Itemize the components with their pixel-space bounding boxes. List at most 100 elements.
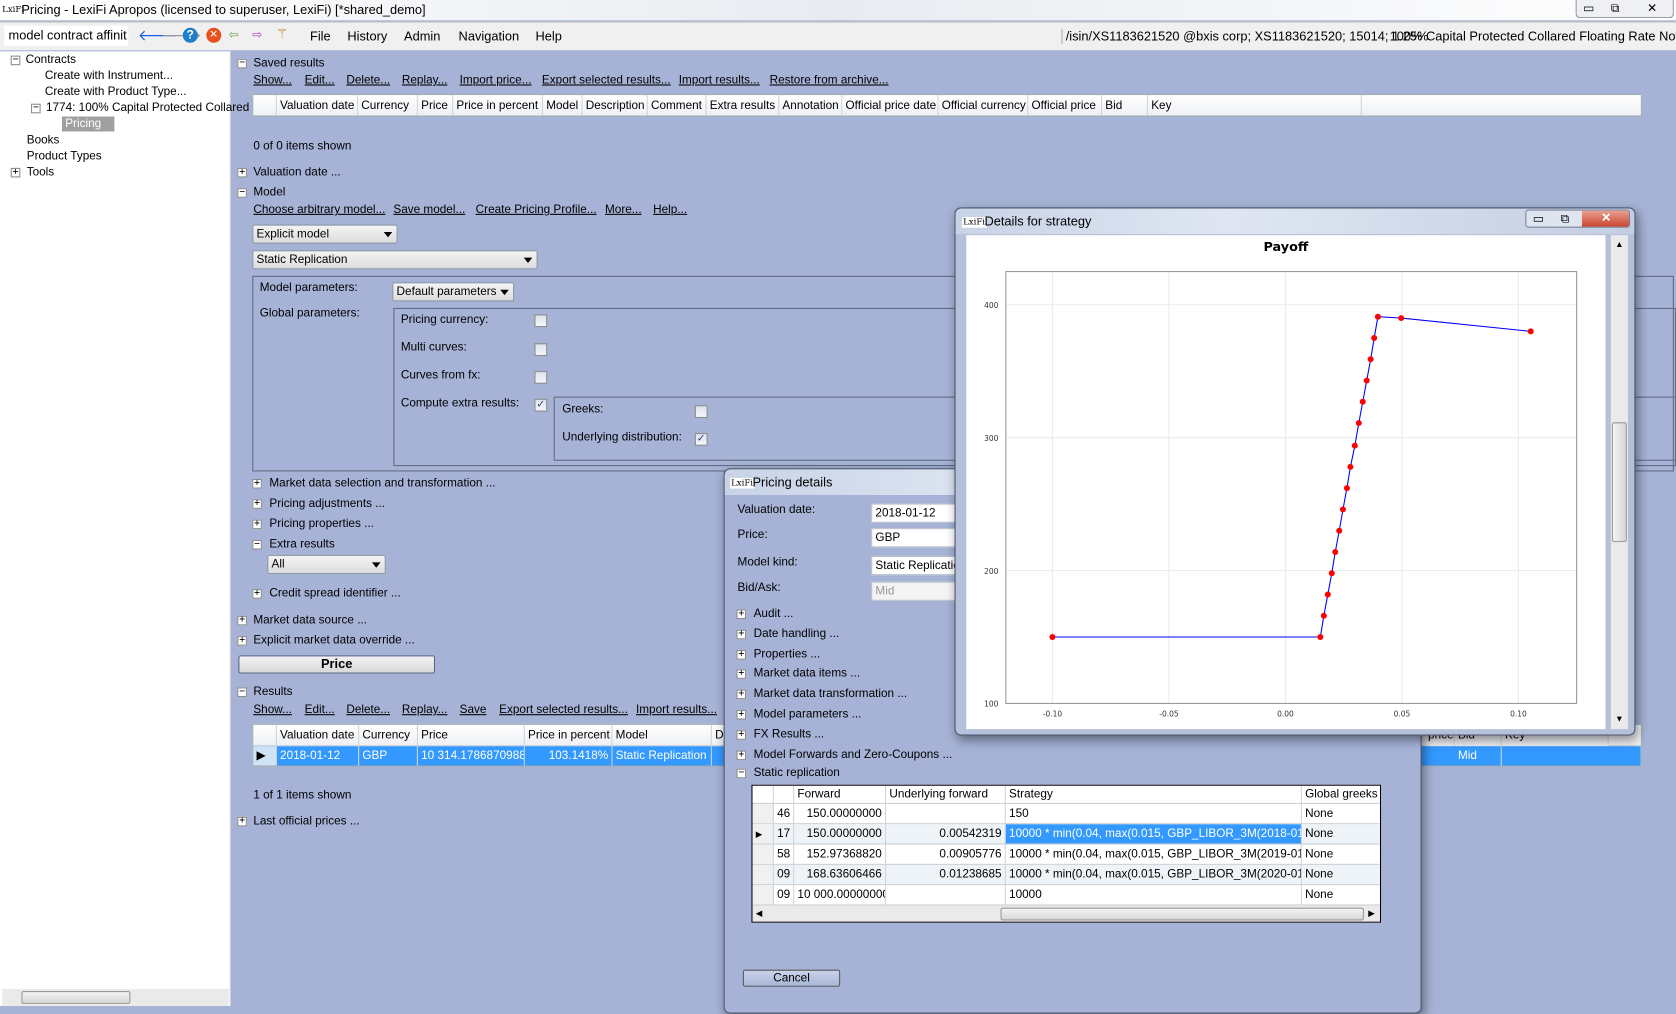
column-header[interactable]	[253, 724, 277, 746]
section-model-forwards-and-zero-coupons[interactable]: Model Forwards and Zero-Coupons ...	[754, 747, 953, 762]
tree-item-books[interactable]: Books	[27, 133, 60, 148]
column-header[interactable]: Currency	[358, 95, 418, 116]
minimize-button[interactable]: ▭	[1583, 1, 1594, 16]
section-market-data-items[interactable]: Market data items ...	[754, 666, 861, 681]
link-choose-arbitrary-model[interactable]: Choose arbitrary model...	[253, 202, 385, 217]
expand-icon[interactable]: +	[237, 167, 247, 178]
compute-extra-results-checkbox[interactable]: ✓	[534, 398, 548, 412]
saved-results-table[interactable]: Valuation date Currency Price Price in perc…	[252, 94, 1642, 117]
column-header[interactable]: Price	[418, 95, 454, 116]
link-import-results[interactable]: Import results...	[679, 73, 760, 88]
link-replay[interactable]: Replay...	[402, 73, 448, 88]
model-kind-select[interactable]: Explicit model	[252, 224, 398, 244]
collapse-icon[interactable]: −	[736, 768, 747, 779]
close-button[interactable]: ✕	[1647, 1, 1657, 16]
expand-icon[interactable]: +	[10, 167, 21, 178]
stop-icon[interactable]: ✕	[206, 27, 222, 43]
expand-icon[interactable]: +	[237, 615, 247, 626]
pricing-currency-checkbox[interactable]	[534, 314, 548, 328]
underlying-distribution-checkbox[interactable]: ✓	[694, 432, 708, 446]
market-data-source-section[interactable]: Market data source ...	[253, 613, 367, 628]
menu-file[interactable]: File	[310, 29, 331, 44]
market-data-selection-section[interactable]: Market data selection and transformation…	[269, 476, 495, 491]
horizontal-scrollbar[interactable]: ◀ ▶	[752, 905, 1380, 922]
link-save[interactable]: Save	[460, 702, 487, 717]
link-help[interactable]: Help...	[653, 202, 687, 217]
table-row[interactable]: 09 168.63606466 0.01238685 10000 * min(0.04…	[752, 864, 1380, 886]
table-row[interactable]: 09 10 000.00000000 10000 None	[752, 885, 1380, 906]
column-header[interactable]: Comment	[648, 95, 707, 116]
export-icon[interactable]: ⇨	[252, 28, 262, 43]
table-row[interactable]: 58 152.97368820 0.00905776 10000 * min(0.04…	[752, 844, 1380, 865]
section-market-data-transformation[interactable]: Market data transformation ...	[754, 687, 908, 702]
expand-icon[interactable]: +	[252, 478, 262, 489]
last-official-prices-section[interactable]: Last official prices ...	[253, 814, 359, 829]
scroll-right-icon[interactable]: ▶	[1368, 907, 1375, 922]
tree-item-create-instrument[interactable]: Create with Instrument...	[45, 68, 173, 83]
import-icon[interactable]: ⇦	[229, 28, 239, 43]
menu-admin[interactable]: Admin	[404, 29, 440, 44]
column-header[interactable]: Model	[612, 724, 712, 746]
link-import-results[interactable]: Import results...	[636, 702, 717, 717]
column-header[interactable]	[753, 785, 774, 803]
scroll-up-icon[interactable]: ▲	[1615, 237, 1623, 252]
menu-history[interactable]: History	[347, 29, 387, 44]
column-header[interactable]: Underlying forward	[886, 785, 1006, 803]
tree-item-contracts[interactable]: Contracts	[26, 52, 76, 67]
expand-icon[interactable]: +	[736, 629, 747, 640]
link-restore-from-archive[interactable]: Restore from archive...	[770, 73, 889, 88]
extra-results-section[interactable]: Extra results	[269, 537, 334, 552]
credit-spread-section[interactable]: Credit spread identifier ...	[269, 586, 400, 601]
row-header[interactable]	[752, 844, 774, 864]
link-import-price[interactable]: Import price...	[460, 73, 532, 88]
column-header[interactable]	[774, 785, 795, 803]
maximize-button[interactable]: ⧉	[1561, 212, 1569, 227]
expand-icon[interactable]: +	[252, 499, 262, 509]
tree-item-pricing[interactable]: Pricing	[61, 116, 114, 132]
valuation-date-section[interactable]: Valuation date ...	[253, 165, 340, 180]
expand-icon[interactable]: +	[736, 709, 747, 720]
extra-results-select[interactable]: All	[267, 554, 386, 575]
scroll-down-icon[interactable]: ▼	[1615, 712, 1623, 727]
row-header[interactable]	[752, 803, 774, 824]
column-header[interactable]: Price	[418, 724, 525, 746]
section-audit[interactable]: Audit ...	[754, 606, 794, 621]
cancel-button[interactable]: Cancel	[742, 969, 841, 987]
section-date-handling[interactable]: Date handling ...	[754, 626, 840, 641]
link-show[interactable]: Show...	[253, 702, 292, 717]
greeks-checkbox[interactable]	[694, 405, 708, 419]
row-header[interactable]	[752, 885, 774, 905]
collapse-icon[interactable]: −	[237, 188, 247, 198]
section-fx-results[interactable]: FX Results ...	[754, 727, 825, 742]
model-parameters-select[interactable]: Default parameters	[392, 282, 515, 302]
tree-item-tools[interactable]: Tools	[27, 165, 54, 180]
column-header[interactable]: Currency	[359, 724, 418, 746]
expand-icon[interactable]: +	[736, 669, 747, 680]
collapse-icon[interactable]: −	[10, 55, 21, 66]
collapse-icon[interactable]: −	[30, 103, 41, 114]
link-more[interactable]: More...	[605, 202, 642, 217]
column-header[interactable]: Description	[583, 95, 648, 116]
scrollbar-thumb[interactable]	[1000, 907, 1364, 921]
expand-icon[interactable]: +	[237, 816, 247, 827]
expand-icon[interactable]: +	[237, 636, 247, 646]
model-select[interactable]: Static Replication	[252, 250, 538, 270]
link-edit[interactable]: Edit...	[305, 73, 335, 88]
curves-from-fx-checkbox[interactable]	[534, 370, 548, 384]
column-header[interactable]: Global greeks	[1302, 786, 1380, 803]
row-header[interactable]	[752, 864, 774, 885]
market-data-override-section[interactable]: Explicit market data override ...	[253, 633, 414, 648]
table-row[interactable]: 46 150.00000000 150 None	[752, 803, 1380, 825]
row-selector-icon[interactable]: ▶	[253, 746, 277, 766]
link-delete[interactable]: Delete...	[346, 73, 390, 88]
column-header[interactable]: Key	[1148, 95, 1362, 116]
column-header[interactable]	[253, 95, 277, 116]
vertical-scrollbar[interactable]: ▲ ▼	[1610, 235, 1628, 730]
menu-navigation[interactable]: Navigation	[459, 29, 520, 44]
price-button[interactable]: Price	[238, 655, 436, 674]
scrollbar-thumb[interactable]	[1611, 422, 1627, 543]
magic-wand-icon[interactable]: ⚚	[276, 26, 288, 42]
menu-help[interactable]: Help	[536, 29, 562, 44]
expand-icon[interactable]: +	[736, 649, 747, 660]
collapse-icon[interactable]: −	[237, 58, 247, 69]
